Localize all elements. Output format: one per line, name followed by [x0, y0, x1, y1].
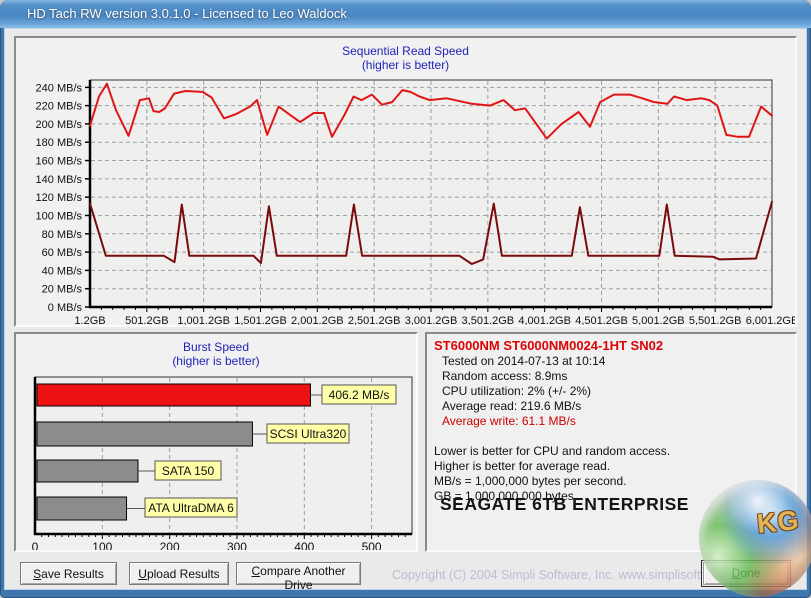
button-label: ompare Another Drive	[260, 564, 346, 592]
compare-another-drive-button[interactable]: Compare Another Drive	[236, 562, 361, 592]
svg-text:100 MB/s: 100 MB/s	[36, 210, 83, 222]
button-mnemonic: S	[33, 566, 42, 581]
svg-text:240 MB/s: 240 MB/s	[36, 82, 83, 94]
button-mnemonic: U	[138, 566, 147, 581]
svg-text:5,501.2GB: 5,501.2GB	[689, 315, 742, 325]
svg-text:200 MB/s: 200 MB/s	[36, 119, 83, 131]
drive-nickname-label: SEAGATE 6TB ENTERPRISE	[440, 494, 689, 514]
app-window: HD Tach RW version 3.0.1.0 - Licensed to…	[0, 0, 811, 598]
svg-text:5,001.2GB: 5,001.2GB	[632, 315, 685, 325]
svg-text:4,501.2GB: 4,501.2GB	[575, 315, 628, 325]
done-button-ring: Done	[701, 560, 791, 587]
svg-text:140 MB/s: 140 MB/s	[36, 174, 83, 186]
svg-text:20 MB/s: 20 MB/s	[42, 284, 83, 296]
button-label: pload Results	[146, 566, 220, 581]
svg-text:500: 500	[362, 540, 382, 550]
note-line: Higher is better for average read.	[434, 459, 611, 473]
drive-stat-line: CPU utilization: 2% (+/- 2%)	[442, 384, 592, 398]
button-label: ave Results	[41, 566, 104, 581]
svg-text:60 MB/s: 60 MB/s	[42, 247, 83, 259]
done-button-mnemonic: D	[731, 566, 741, 580]
svg-text:400: 400	[294, 540, 314, 550]
svg-text:40 MB/s: 40 MB/s	[42, 265, 83, 277]
done-button-label: one	[740, 566, 761, 580]
sequential-read-chart: 0 MB/s 20 MB/s 40 MB/s 60 MB/s 80 MB/s 100 MB…	[36, 79, 795, 325]
svg-text:120 MB/s: 120 MB/s	[36, 192, 83, 204]
svg-text:4,001.2GB: 4,001.2GB	[518, 315, 571, 325]
average-write-value: Average write: 61.1 MB/s	[442, 414, 576, 428]
svg-text:3,001.2GB: 3,001.2GB	[405, 315, 458, 325]
bar-label: ATA UltraDMA 6	[148, 501, 234, 515]
bar-label: SATA 150	[162, 464, 215, 478]
svg-text:0 MB/s: 0 MB/s	[48, 302, 83, 314]
svg-text:6,001.2GB: 6,001.2GB	[746, 315, 795, 325]
svg-text:501.2GB: 501.2GB	[125, 315, 168, 325]
svg-text:300: 300	[227, 540, 247, 550]
drive-stats: Tested on 2014-07-13 at 10:14 Random acce…	[442, 354, 605, 414]
drive-model-title: ST6000NM ST6000NM0024-1HT SN02	[434, 338, 664, 353]
bar-label: 406.2 MB/s	[329, 388, 390, 402]
drive-stat-line: Average read: 219.6 MB/s	[442, 399, 582, 413]
bar-label: SCSI Ultra320	[270, 427, 347, 441]
window-title: HD Tach RW version 3.0.1.0 - Licensed to…	[27, 6, 347, 21]
burst-speed-chart: 0 100 200 300 400 500 406.2 MB/s SCSI Ultra320 S…	[32, 376, 413, 550]
svg-text:80 MB/s: 80 MB/s	[42, 229, 83, 241]
upload-results-button[interactable]: Upload Results	[129, 562, 229, 585]
note-line: MB/s = 1,000,000 bytes per second.	[434, 474, 627, 488]
sequential-read-panel: Sequential Read Speed (higher is better)…	[14, 36, 797, 327]
done-button[interactable]: Done	[703, 562, 789, 585]
drive-info-panel: ST6000NM ST6000NM0024-1HT SN02 Tested on…	[425, 332, 797, 552]
svg-text:100: 100	[92, 540, 112, 550]
svg-text:200: 200	[160, 540, 180, 550]
button-mnemonic: C	[251, 564, 261, 578]
drive-stat-line: Random access: 8.9ms	[442, 369, 568, 383]
svg-text:160 MB/s: 160 MB/s	[36, 156, 83, 168]
svg-text:3,501.2GB: 3,501.2GB	[462, 315, 515, 325]
drive-stat-line: Tested on 2014-07-13 at 10:14	[442, 354, 606, 368]
save-results-button[interactable]: Save Results	[20, 562, 117, 585]
svg-text:2,001.2GB: 2,001.2GB	[291, 315, 344, 325]
svg-text:180 MB/s: 180 MB/s	[36, 137, 83, 149]
window-titlebar[interactable]: HD Tach RW version 3.0.1.0 - Licensed to…	[0, 0, 811, 28]
svg-text:0: 0	[32, 540, 39, 550]
window-content: Sequential Read Speed (higher is better)…	[4, 28, 807, 592]
burst-speed-panel: Burst Speed (higher is better) 0 100 200 30…	[14, 332, 418, 552]
svg-text:220 MB/s: 220 MB/s	[36, 101, 83, 113]
svg-text:2,501.2GB: 2,501.2GB	[348, 315, 401, 325]
svg-text:1,501.2GB: 1,501.2GB	[234, 315, 287, 325]
note-line: Lower is better for CPU and random acces…	[434, 444, 671, 458]
svg-text:1,001.2GB: 1,001.2GB	[177, 315, 230, 325]
svg-text:1.2GB: 1.2GB	[74, 315, 105, 325]
